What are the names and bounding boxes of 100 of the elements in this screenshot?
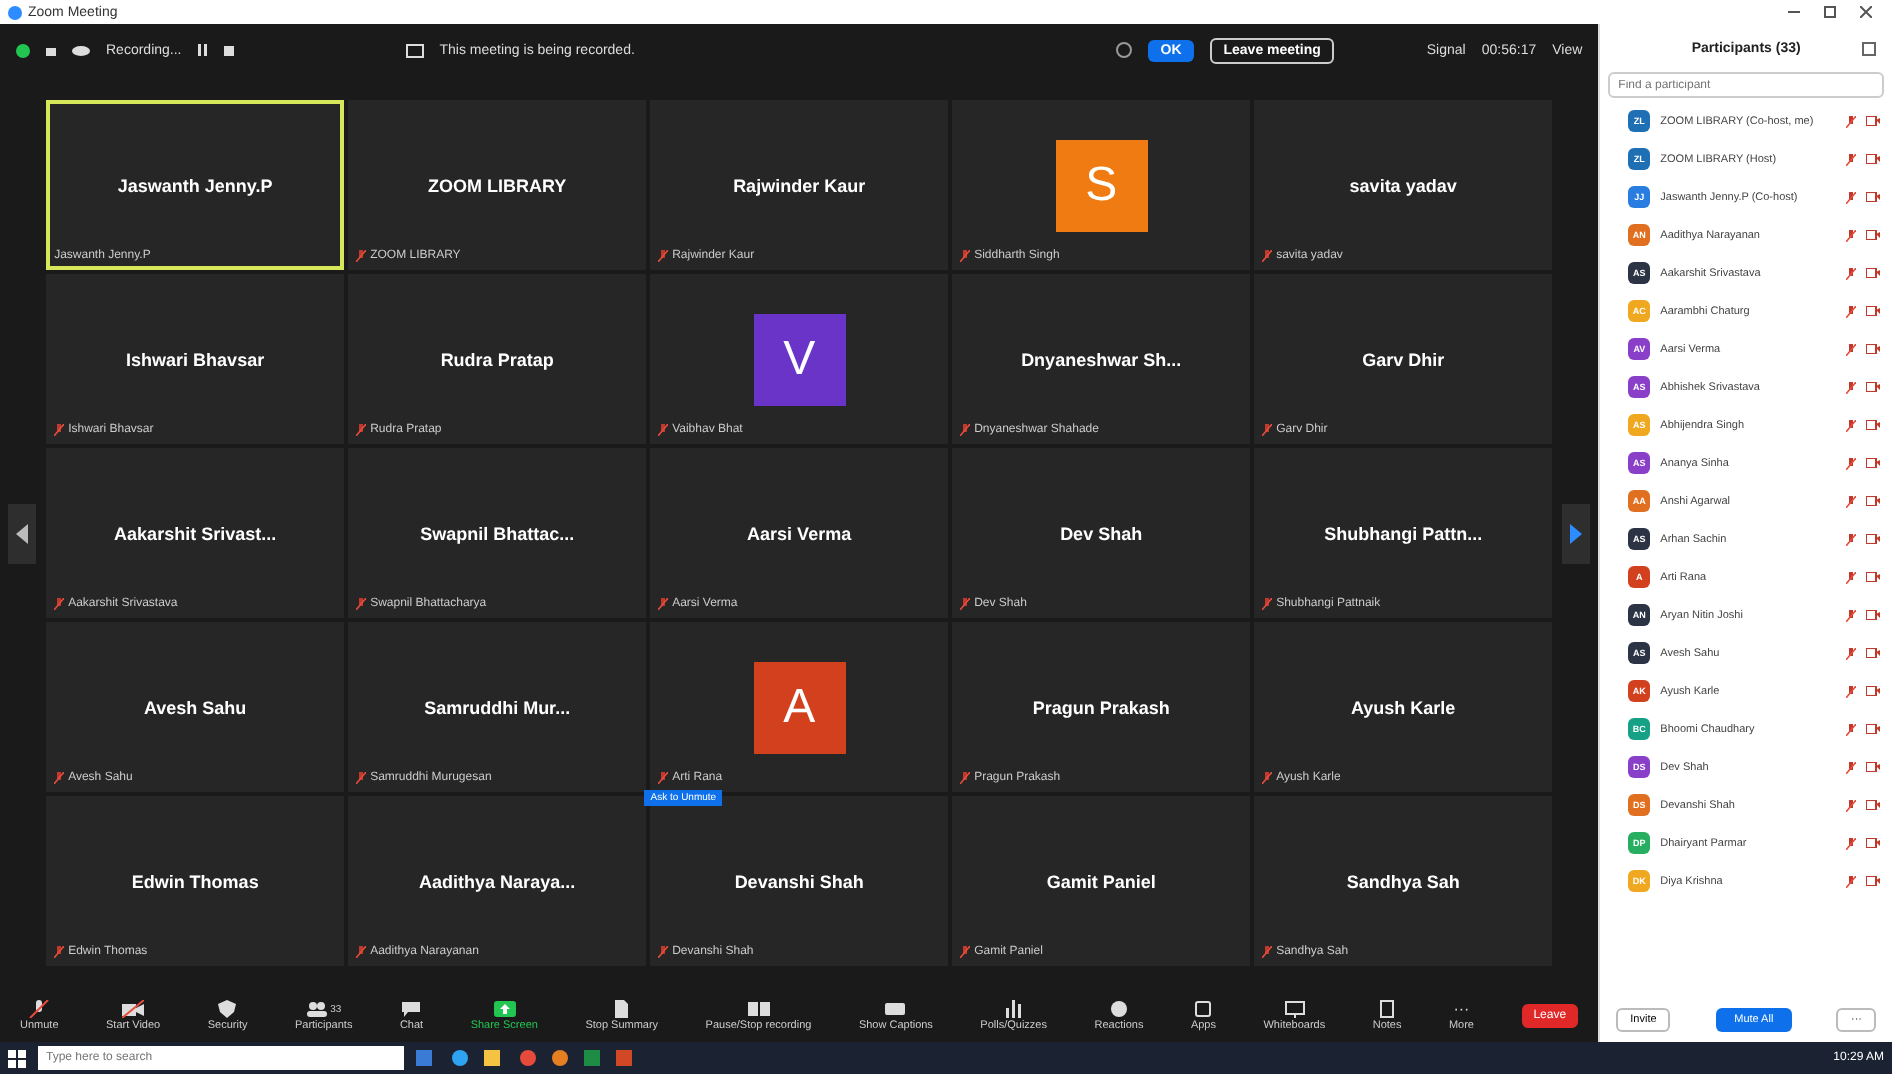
video-off-icon (1866, 572, 1880, 582)
mic-off-icon (1846, 153, 1856, 165)
mic-off-icon (960, 598, 971, 610)
mic-off-icon (960, 250, 971, 262)
avatar: V (753, 313, 846, 405)
mic-off-icon (1846, 191, 1856, 203)
participant-name: Rudra Pratap (440, 349, 554, 369)
mic-off-icon (960, 946, 971, 958)
previous-page-button[interactable] (8, 503, 36, 563)
mic-off-icon (1846, 571, 1856, 583)
video-off-icon (1866, 534, 1880, 544)
video-off-icon (1866, 800, 1880, 810)
mic-off-icon (1846, 343, 1856, 355)
close-icon[interactable] (1860, 6, 1872, 18)
participant-name: Edwin Thomas (131, 871, 259, 891)
mic-off-icon (1262, 946, 1273, 958)
mic-off-icon (1846, 647, 1856, 659)
mic-off-icon (1846, 533, 1856, 545)
participant-name: Aadithya Naraya... (419, 871, 576, 891)
participant-name: Dev Shah (1060, 523, 1143, 543)
pop-out-icon[interactable] (1862, 41, 1876, 55)
participant-name: Rajwinder Kaur (733, 175, 866, 195)
video-off-icon (1866, 724, 1880, 734)
mic-off-icon (54, 772, 65, 784)
captions-icon (884, 1000, 907, 1018)
mic-off-icon (1262, 598, 1273, 610)
participant-name: ZOOM LIBRARY (427, 175, 567, 195)
next-page-button[interactable] (1562, 503, 1591, 563)
mic-off-icon (1262, 424, 1273, 436)
video-off-icon (1866, 610, 1880, 620)
video-off-icon (1866, 496, 1880, 506)
mic-off-icon (356, 946, 367, 958)
video-off-icon (1866, 116, 1880, 126)
video-off-icon (1866, 192, 1880, 202)
minimize-icon[interactable] (1788, 6, 1800, 18)
video-off-icon (1866, 686, 1880, 696)
mic-off-icon (1846, 723, 1856, 735)
participant-name: savita yadav (1349, 175, 1457, 195)
video-off-icon (122, 1000, 145, 1018)
mic-off-icon (1846, 609, 1856, 621)
video-off-icon (1866, 648, 1880, 658)
stop-icon[interactable] (223, 45, 234, 55)
participant-name: Samruddhi Mur... (424, 697, 571, 717)
mic-off-icon (1846, 837, 1856, 849)
participant-name: Aakarshit Srivast... (114, 523, 277, 543)
participant-name: Devanshi Shah (734, 871, 864, 891)
video-off-icon (1866, 230, 1880, 240)
participant-name: Pragun Prakash (1032, 697, 1170, 717)
mic-off-icon (960, 424, 971, 436)
notes-icon (1376, 1000, 1399, 1018)
video-off-icon (1866, 762, 1880, 772)
video-off-icon (1866, 268, 1880, 278)
mic-off-icon (356, 772, 367, 784)
bar-chart-icon (1002, 1000, 1025, 1018)
caret-left-icon (16, 523, 28, 543)
mic-off-icon (658, 250, 669, 262)
mic-off-icon (1846, 799, 1856, 811)
mic-off-icon (658, 424, 669, 436)
mic-off-icon (356, 424, 367, 436)
participant-name: Aarsi Verma (747, 523, 852, 543)
mic-off-icon (54, 598, 65, 610)
video-off-icon (1866, 876, 1880, 886)
video-off-icon (1866, 458, 1880, 468)
windows-start-icon[interactable] (8, 1049, 26, 1067)
participant-name: Ayush Karle (1350, 697, 1456, 717)
chat-icon (400, 1000, 423, 1018)
mic-off-icon (658, 598, 669, 610)
participant-name: Shubhangi Pattn... (1324, 523, 1483, 543)
avatar: A (753, 661, 846, 753)
video-off-icon (1866, 838, 1880, 848)
mic-off-icon (1846, 305, 1856, 317)
mic-off-icon (1846, 875, 1856, 887)
participant-name: Gamit Paniel (1046, 871, 1156, 891)
mic-off-icon (54, 946, 65, 958)
cloud-icon (72, 44, 90, 56)
pause-icon[interactable] (197, 44, 208, 56)
mic-off-icon (356, 598, 367, 610)
mic-off-icon (28, 1000, 51, 1018)
mic-off-icon (658, 772, 669, 784)
participant-name: Ishwari Bhavsar (126, 349, 265, 369)
participant-name: Dnyaneshwar Sh... (1021, 349, 1182, 369)
mic-off-icon (1262, 250, 1273, 262)
mic-off-icon (1846, 495, 1856, 507)
mic-off-icon (54, 424, 65, 436)
mic-off-icon (1846, 685, 1856, 697)
mic-off-icon (1846, 457, 1856, 469)
video-off-icon (1866, 382, 1880, 392)
document-icon (610, 1000, 633, 1018)
whiteboard-icon (1283, 1000, 1306, 1018)
participant-name: Avesh Sahu (143, 697, 247, 717)
participant-name: Swapnil Bhattac... (420, 523, 575, 543)
maximize-icon[interactable] (1824, 6, 1836, 18)
mic-off-icon (1262, 772, 1273, 784)
recording-icon (405, 43, 424, 57)
caret-right-icon (1570, 523, 1583, 543)
video-off-icon (1866, 154, 1880, 164)
mic-off-icon (1846, 115, 1856, 127)
people-icon (306, 1000, 329, 1018)
mic-off-icon (356, 250, 367, 262)
video-off-icon (1866, 344, 1880, 354)
